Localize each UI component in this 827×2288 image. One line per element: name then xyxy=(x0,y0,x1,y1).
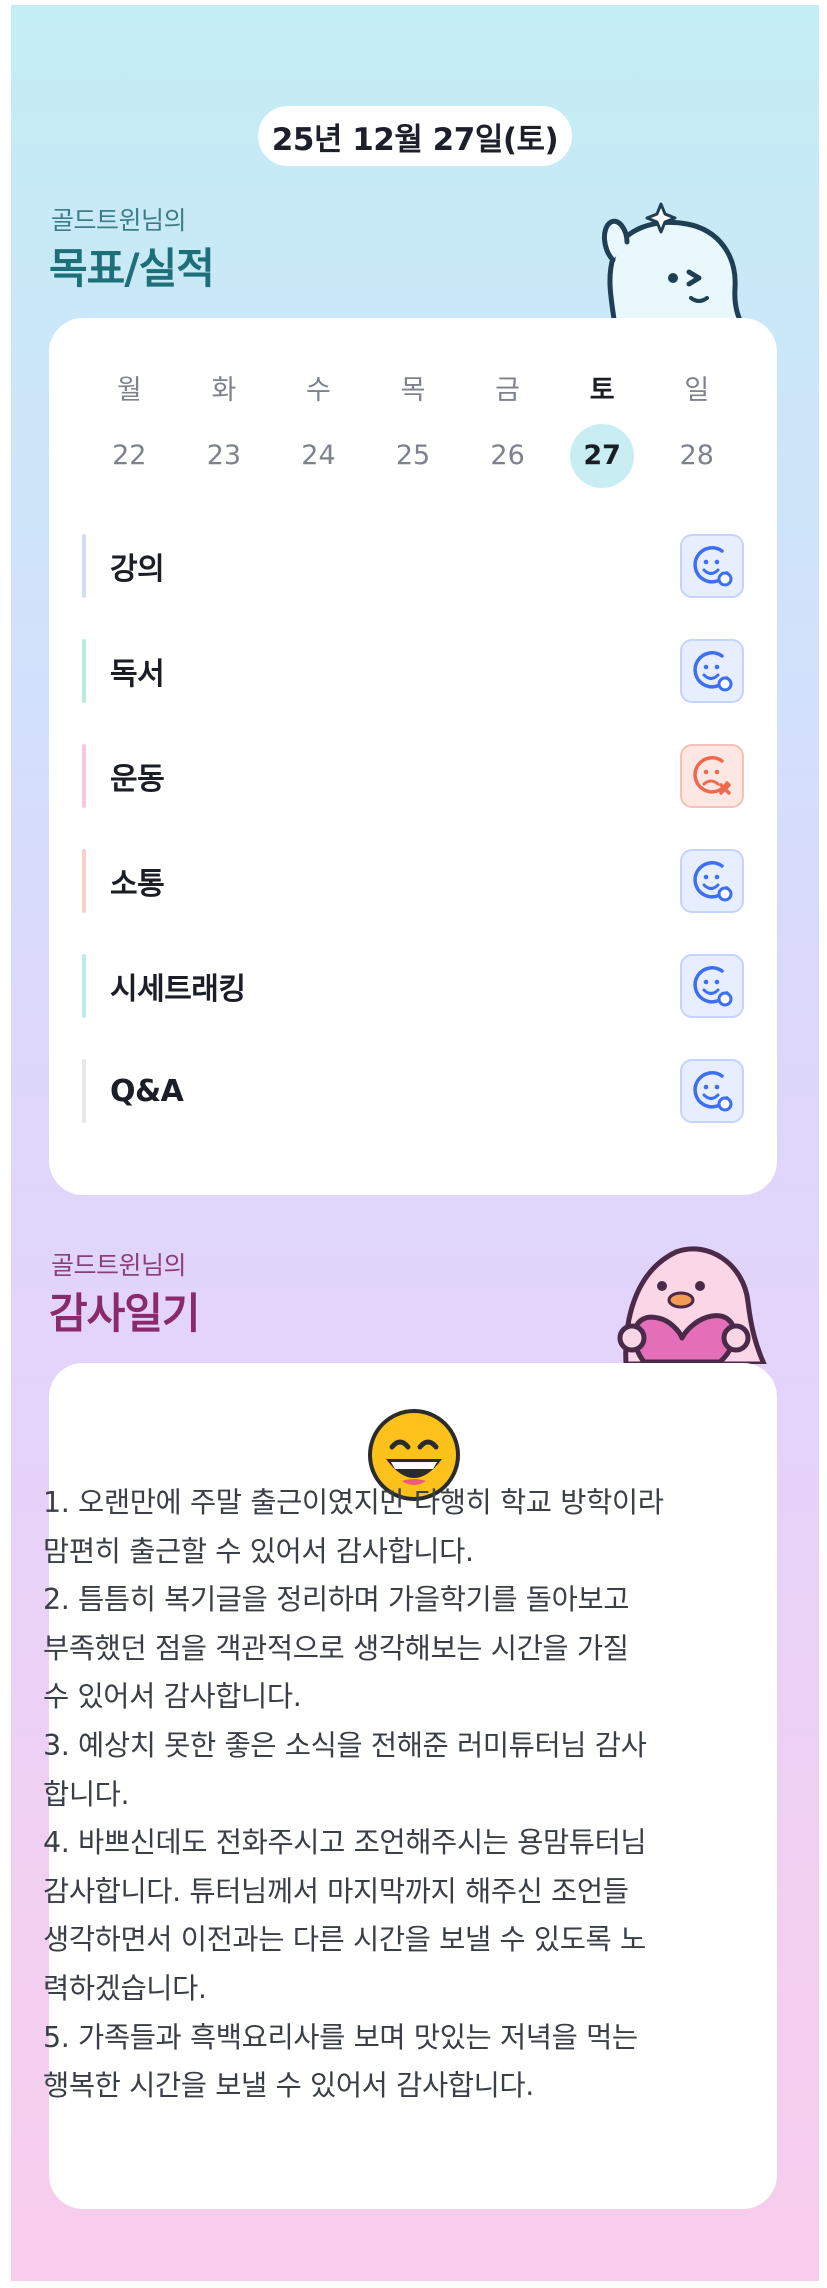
smile-check-icon[interactable] xyxy=(680,639,744,703)
goal-color-bar xyxy=(82,954,86,1018)
goal-row-lecture[interactable]: 강의 xyxy=(82,534,744,598)
smile-check-icon[interactable] xyxy=(680,849,744,913)
heart-mascot-icon xyxy=(617,1246,767,1364)
goal-row-price-tracking[interactable]: 시세트래킹 xyxy=(82,954,744,1018)
diary-line: 력하겠습니다. xyxy=(43,1971,207,2005)
goal-label: 독서 xyxy=(110,657,165,692)
goal-color-bar xyxy=(82,534,86,598)
date-row: 22 23 24 25 26 27 28 xyxy=(49,424,777,488)
weekday-label: 금 xyxy=(495,375,521,406)
goal-row-qa[interactable]: Q&A xyxy=(82,1059,744,1123)
goal-color-bar xyxy=(82,639,86,703)
diary-line: 수 있어서 감사합니다. xyxy=(43,1680,302,1714)
goal-row-communication[interactable]: 소통 xyxy=(82,849,744,913)
date-pill[interactable]: 25년 12월 27일(토) xyxy=(258,106,572,166)
goal-row-reading[interactable]: 독서 xyxy=(82,639,744,703)
goals-section-title: 목표/실적 xyxy=(49,244,215,293)
goal-label: 강의 xyxy=(110,552,165,587)
gratitude-owner-label: 골드트윈님의 xyxy=(51,1251,187,1280)
diary-line: 3. 예상치 못한 좋은 소식을 전해준 러미튜터님 감사 xyxy=(43,1728,647,1762)
goals-owner-label: 골드트윈님의 xyxy=(51,206,187,235)
goal-color-bar xyxy=(82,744,86,808)
today-date-label: 27 xyxy=(570,424,635,488)
diary-line: 4. 바쁘신데도 전화주시고 조언해주시는 용맘튜터님 xyxy=(43,1826,647,1860)
page: 25년 12월 27일(토) 골드트윈님의 목표/실적 월 화 수 목 금 토 … xyxy=(11,5,819,2281)
smile-check-icon[interactable] xyxy=(680,954,744,1018)
weekday-label: 목 xyxy=(400,375,426,406)
weekday-label: 일 xyxy=(684,375,710,406)
goal-label: 시세트래킹 xyxy=(110,972,246,1007)
weekday-row: 월 화 수 목 금 토 일 xyxy=(49,368,777,407)
weekday-label: 화 xyxy=(211,375,237,406)
calendar-date[interactable]: 28 xyxy=(649,424,744,488)
sad-x-icon[interactable] xyxy=(680,744,744,808)
weekday-label: 월 xyxy=(116,375,142,406)
goal-color-bar xyxy=(82,849,86,913)
weekday-label-today: 토 xyxy=(589,375,615,406)
calendar-date-today[interactable]: 27 xyxy=(555,424,650,488)
gratitude-diary-text: 1. 오랜만에 주말 출근이였지만 다행히 학교 방학이라 맘편히 출근할 수 … xyxy=(43,1479,673,2111)
diary-line: 생각하면서 이전과는 다른 시간을 보낼 수 있도록 노 xyxy=(43,1923,646,1957)
goal-row-exercise[interactable]: 운동 xyxy=(82,744,744,808)
calendar-date[interactable]: 22 xyxy=(82,424,177,488)
smile-check-icon[interactable] xyxy=(680,534,744,598)
goal-label: 운동 xyxy=(110,762,165,797)
diary-line: 2. 틈틈히 복기글을 정리하며 가을학기를 돌아보고 xyxy=(43,1583,630,1617)
diary-line: 부족했던 점을 객관적으로 생각해보는 시간을 가질 xyxy=(43,1631,629,1665)
goal-label: Q&A xyxy=(110,1073,184,1109)
diary-line: 행복한 시간을 보낼 수 있어서 감사합니다. xyxy=(43,2069,534,2103)
diary-line: 5. 가족들과 흑백요리사를 보며 맛있는 저녁을 먹는 xyxy=(43,2020,638,2054)
calendar-date[interactable]: 25 xyxy=(366,424,461,488)
goals-card: 월 화 수 목 금 토 일 22 23 24 25 26 27 28 강의 독서… xyxy=(49,318,777,1195)
weekday-label: 수 xyxy=(306,375,331,406)
gratitude-section-title: 감사일기 xyxy=(49,1289,201,1338)
diary-line: 감사합니다. 튜터님께서 마지막까지 해주신 조언들 xyxy=(43,1874,629,1908)
diary-line: 맘편히 출근할 수 있어서 감사합니다. xyxy=(43,1534,474,1568)
smile-check-icon[interactable] xyxy=(680,1059,744,1123)
calendar-date[interactable]: 24 xyxy=(271,424,366,488)
goal-label: 소통 xyxy=(110,867,165,902)
goal-color-bar xyxy=(82,1059,86,1123)
calendar-date[interactable]: 23 xyxy=(177,424,272,488)
diary-line: 1. 오랜만에 주말 출근이였지만 다행히 학교 방학이라 xyxy=(43,1486,664,1519)
ghost-mascot-icon xyxy=(602,202,746,326)
calendar-date[interactable]: 26 xyxy=(460,424,555,488)
diary-line: 합니다. xyxy=(43,1777,130,1811)
